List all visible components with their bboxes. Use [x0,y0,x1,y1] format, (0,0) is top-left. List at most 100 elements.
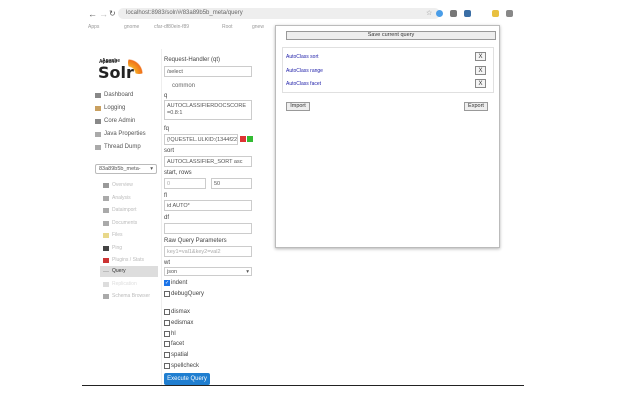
fq-input[interactable]: {!QUESTEL.ULKID:(1344f229- [164,134,238,145]
dataimport-icon [103,207,109,213]
core-item-overview[interactable]: Overview [103,182,133,188]
hl-checkbox[interactable]: hl [164,331,176,337]
remove-query-button[interactable]: X [475,52,486,61]
raw-params-label: Raw Query Parameters [164,238,227,244]
core-item-ping[interactable]: Ping [103,245,122,251]
checkbox-box [164,341,170,347]
core-item-schema-browser[interactable]: Schema Browser [103,293,150,299]
core-item-files[interactable]: Files [103,232,123,238]
df-input[interactable] [164,223,252,234]
add-fq-icon[interactable] [247,136,253,142]
wt-select[interactable]: json ▾ [164,267,252,276]
dismax-checkbox[interactable]: dismax [164,309,190,315]
bookmark[interactable]: gnew [252,24,264,30]
execute-query-button[interactable]: Execute Query [164,373,210,385]
sidebar-item-java-properties[interactable]: Java Properties [95,131,146,137]
dashboard-icon [95,92,101,98]
bookmark[interactable]: cfar-df80ein-f89 [154,24,189,30]
reload-icon[interactable]: ↻ [109,9,116,18]
overview-icon [103,182,109,188]
plugins-icon [103,257,109,263]
debugquery-checkbox[interactable]: debugQuery [164,291,204,297]
documents-icon [103,220,109,226]
sort-input[interactable]: AUTOCLASSIFIER_SORT asc [164,156,252,167]
replication-icon [103,281,109,287]
spellcheck-checkbox[interactable]: spellcheck [164,363,199,369]
remove-query-button[interactable]: X [475,79,486,88]
extension-icon[interactable] [506,10,513,17]
save-current-query-button[interactable]: Save current query [286,31,496,40]
checkbox-box [164,309,170,315]
bookmark[interactable]: gnome [124,24,139,30]
schema-icon [103,293,109,299]
back-icon[interactable]: ← [88,9,97,19]
core-item-replication[interactable]: Replication [103,281,137,287]
extension-icon[interactable] [464,10,471,17]
remove-fq-icon[interactable] [240,136,246,142]
bookmark[interactable]: Apps [88,24,99,30]
spatial-checkbox[interactable]: spatial [164,352,188,358]
forward-icon[interactable]: → [99,9,108,19]
files-icon [103,232,109,238]
chevron-down-icon: ▾ [246,269,249,275]
request-handler-input[interactable]: /select [164,66,252,77]
saved-query-link[interactable]: AutoClass sort [286,54,319,60]
raw-params-input[interactable]: key1=val1&key2=val2 [164,246,252,257]
logging-icon [95,105,101,111]
checkmark-icon: ✓ [164,280,170,286]
chevron-down-icon: ▾ [150,166,153,172]
core-item-documents[interactable]: Documents [103,220,137,226]
remove-query-button[interactable]: X [475,66,486,75]
checkbox-box [164,331,170,337]
checkbox-box [164,320,170,326]
saved-queries-popup: Save current query AutoClass sort X Auto… [275,25,500,248]
start-rows-label: start, rows [164,170,192,176]
browser-toolbar: ← → ↻ localhost:8983/solr/#/83a89b5b_met… [82,5,524,21]
extension-icon[interactable] [450,10,457,17]
solr-sun-icon [128,52,150,74]
bookmark[interactable]: Root [222,24,233,30]
core-item-analysis[interactable]: Analysis [103,195,131,201]
sidebar-item-thread-dump[interactable]: Thread Dump [95,144,141,150]
saved-query-link[interactable]: AutoClass range [286,68,323,74]
q-label: q [164,93,168,99]
sidebar-item-logging[interactable]: Logging [95,105,125,111]
core-item-query[interactable]: Query [103,268,126,274]
start-input[interactable]: 0 [164,178,206,189]
facet-checkbox[interactable]: facet [164,341,184,347]
fl-label: fl [164,193,167,199]
wt-value: json [167,269,178,275]
fq-label: fq [164,126,170,132]
sort-label: sort [164,148,175,154]
df-label: df [164,215,170,221]
wt-label: wt [164,260,170,266]
extension-icon[interactable] [492,10,499,17]
query-icon [103,270,109,272]
ping-icon [103,245,109,251]
extension-icon[interactable] [436,10,443,17]
core-admin-icon [95,118,101,124]
sidebar-item-core-admin[interactable]: Core Admin [95,118,135,124]
java-icon [95,131,101,137]
common-legend: common [172,83,196,89]
saved-query-link[interactable]: AutoClass facet [286,81,321,87]
sidebar-item-dashboard[interactable]: Dashboard [95,92,133,98]
checkbox-box [164,363,170,369]
divider [161,49,162,385]
analysis-icon [103,195,109,201]
address-bar[interactable]: localhost:8983/solr/#/83a89b5b_meta/quer… [118,8,440,19]
core-selector[interactable]: 83a89b5b_meta- ▾ [95,164,157,174]
export-button[interactable]: Export [464,102,488,111]
fl-input[interactable]: id AUTO* [164,200,252,211]
thread-dump-icon [95,144,101,150]
indent-checkbox[interactable]: ✓ indent [164,280,187,286]
rows-input[interactable]: 50 [211,178,252,189]
core-item-plugins[interactable]: Plugins / Stats [103,257,144,263]
request-handler-label: Request-Handler (qt) [164,57,221,63]
edismax-checkbox[interactable]: edismax [164,320,193,326]
checkbox-box [164,352,170,358]
import-button[interactable]: Import [286,102,310,111]
star-icon[interactable]: ☆ [426,9,432,17]
core-item-dataimport[interactable]: Dataimport [103,207,136,213]
q-textarea[interactable]: AUTOCLASSIFIERDOCSCORE=0.8:1 [164,100,252,120]
